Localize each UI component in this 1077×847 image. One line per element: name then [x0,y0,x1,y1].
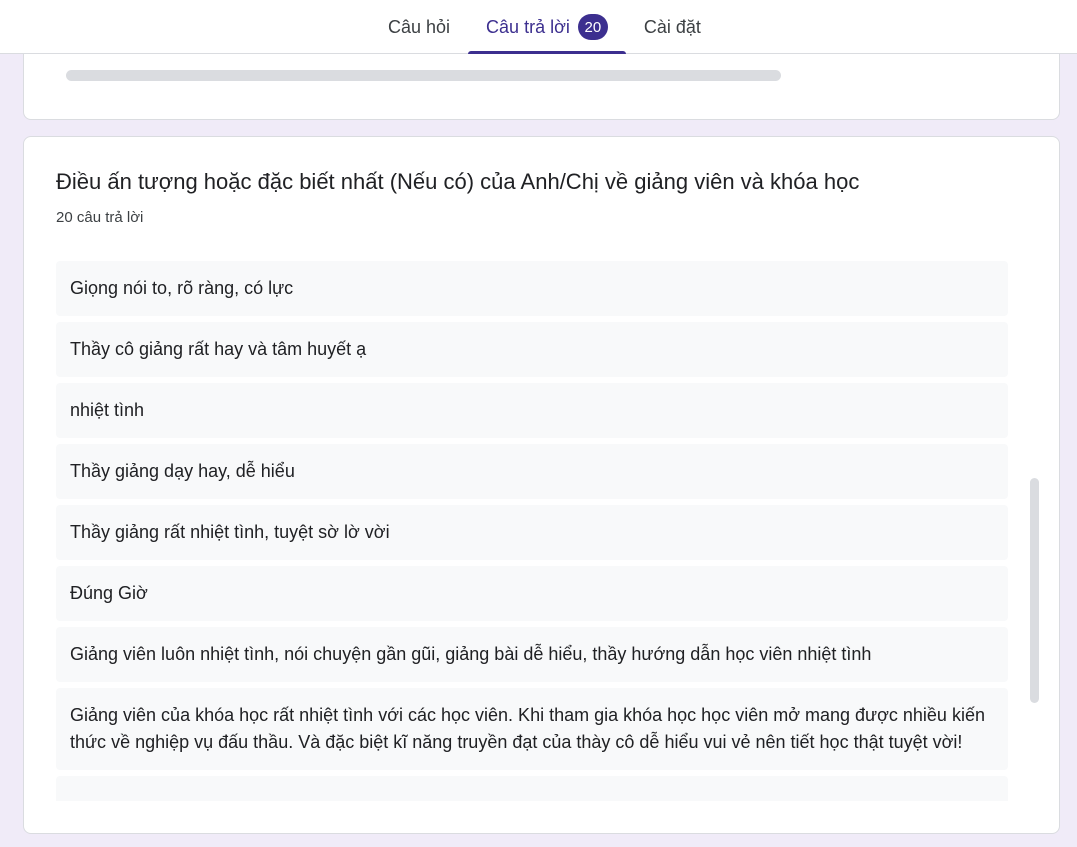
question-response-card: Điều ấn tượng hoặc đặc biết nhất (Nếu có… [23,136,1060,834]
list-item: Giảng viên luôn nhiệt tình, nói chuyện g… [56,627,1008,682]
tab-responses-label: Câu trả lời [486,16,570,37]
list-item [56,776,1008,801]
tab-settings-label: Cài đặt [643,16,701,37]
tab-responses[interactable]: Câu trả lời 20 [468,0,626,54]
list-item: Thầy giảng dạy hay, dễ hiểu [56,444,1008,499]
tab-questions[interactable]: Câu hỏi [370,0,468,54]
list-item: Giọng nói to, rõ ràng, có lực [56,261,1008,316]
answers-list: Giọng nói to, rõ ràng, có lực Thầy cô gi… [56,261,1008,801]
response-count: 20 câu trả lời [56,209,144,226]
tab-bar: Câu hỏi Câu trả lời 20 Cài đặt [370,0,719,54]
list-item: Thầy cô giảng rất hay và tâm huyết ạ [56,322,1008,377]
list-item: Thầy giảng rất nhiệt tình, tuyệt sờ lờ v… [56,505,1008,560]
list-item: Đúng Giờ [56,566,1008,621]
list-item: nhiệt tình [56,383,1008,438]
top-navigation-bar: Câu hỏi Câu trả lời 20 Cài đặt [0,0,1077,54]
tab-questions-label: Câu hỏi [388,16,451,37]
question-title: Điều ấn tượng hoặc đặc biết nhất (Nếu có… [56,169,860,194]
vertical-scrollbar[interactable] [1030,478,1039,703]
horizontal-scrollbar[interactable] [66,70,781,81]
responses-count-badge: 20 [577,14,608,40]
list-item: Giảng viên của khóa học rất nhiệt tình v… [56,688,1008,770]
tab-settings[interactable]: Cài đặt [626,0,719,54]
